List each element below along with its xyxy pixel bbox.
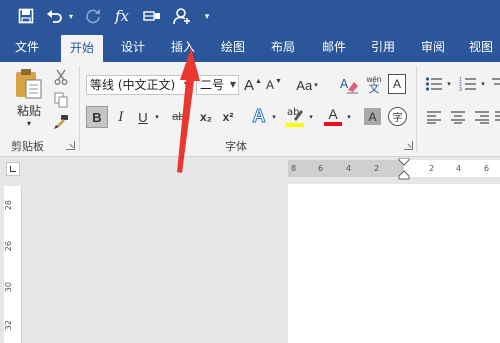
character-border-button[interactable]: A: [388, 74, 406, 94]
tab-mailings[interactable]: 邮件: [313, 32, 355, 62]
multilevel-list-icon[interactable]: [490, 74, 500, 94]
tab-view[interactable]: 视图: [460, 32, 500, 62]
ruler-tick: 30: [4, 282, 13, 293]
ruler-tick: 4: [346, 164, 352, 173]
redo-icon[interactable]: [82, 0, 104, 32]
enclose-characters-button[interactable]: 字: [388, 107, 407, 126]
copy-icon[interactable]: [52, 91, 70, 109]
font-color-swatch: [324, 122, 342, 126]
ruler-tick: 6: [484, 164, 490, 173]
character-shading-button[interactable]: A: [364, 108, 381, 125]
justify-icon[interactable]: [494, 107, 500, 127]
bold-button[interactable]: B: [86, 106, 108, 128]
font-color-dropdown-icon[interactable]: ▾: [344, 106, 354, 128]
tab-stop-selector[interactable]: [6, 162, 20, 176]
svg-text:3: 3: [459, 87, 462, 92]
ruler-tick: 4: [456, 164, 462, 173]
customize-quick-access-icon[interactable]: ▾: [200, 0, 214, 32]
ribbon-home: 粘贴 ▾ 剪贴板 等线 (中文正文) ▼ 二号 ▼ A▲ A▼ Aa▾ A wé…: [0, 62, 500, 157]
save-icon[interactable]: [14, 0, 38, 32]
bullets-icon[interactable]: [424, 74, 444, 94]
font-group-label: 字体: [225, 140, 247, 153]
phonetic-guide-button[interactable]: wén 文: [363, 72, 385, 98]
bullets-dropdown-icon[interactable]: ▾: [444, 74, 454, 94]
table-insert-icon[interactable]: [140, 0, 164, 32]
formula-icon[interactable]: fx: [110, 0, 134, 32]
ruler-tick: 6: [318, 164, 324, 173]
clipboard-group-label: 剪贴板: [11, 140, 44, 153]
paste-button[interactable]: 粘贴: [9, 102, 49, 118]
paste-dropdown-icon[interactable]: ▾: [22, 118, 36, 128]
highlight-icon[interactable]: ab: [284, 104, 306, 128]
format-painter-icon[interactable]: [52, 113, 70, 131]
numbering-dropdown-icon[interactable]: ▾: [478, 74, 488, 94]
italic-button[interactable]: I: [111, 106, 131, 128]
tab-file[interactable]: 文件: [6, 32, 48, 62]
tab-layout[interactable]: 布局: [262, 32, 304, 62]
text-effects-dropdown-icon[interactable]: ▾: [269, 106, 279, 128]
underline-button[interactable]: U: [134, 106, 152, 128]
tab-review[interactable]: 审阅: [412, 32, 454, 62]
cut-icon[interactable]: [52, 68, 70, 86]
indent-marker-icon[interactable]: [398, 157, 410, 180]
align-left-icon[interactable]: [424, 107, 444, 127]
ruler-tick: 8: [291, 164, 297, 173]
superscript-button[interactable]: x²: [218, 106, 238, 128]
add-person-icon[interactable]: [170, 0, 194, 32]
text-effects-button[interactable]: A: [249, 104, 269, 128]
ruler-tick: 2: [374, 164, 380, 173]
clipboard-launcher-icon[interactable]: [66, 141, 75, 150]
change-case-icon: Aa: [296, 77, 313, 93]
font-size-dropdown-icon[interactable]: ▼: [230, 76, 236, 94]
ruler-tick: 2: [429, 164, 435, 173]
annotation-arrow-icon: [177, 48, 200, 173]
tab-design[interactable]: 设计: [112, 32, 154, 62]
group-divider: [416, 66, 417, 151]
shrink-font-button[interactable]: A ▼: [264, 74, 284, 96]
undo-dropdown-icon[interactable]: ▾: [66, 0, 76, 32]
undo-icon[interactable]: [44, 0, 66, 32]
phonetic-char: 文: [368, 82, 380, 95]
numbering-icon[interactable]: 123: [458, 74, 478, 94]
change-case-button[interactable]: Aa ▾: [294, 74, 320, 96]
ruler-tick: 28: [4, 200, 13, 211]
svg-text:A: A: [340, 77, 349, 91]
tab-references[interactable]: 引用: [362, 32, 404, 62]
grow-font-button[interactable]: A ▲: [243, 74, 263, 96]
group-divider: [79, 66, 80, 151]
ribbon-tab-bar: 文件 开始 设计 插入 绘图 布局 邮件 引用 审阅 视图: [0, 32, 500, 62]
font-launcher-icon[interactable]: [404, 141, 413, 150]
tab-home[interactable]: 开始: [61, 35, 103, 62]
font-color-button[interactable]: A: [322, 104, 344, 128]
ruler-tick: 26: [4, 241, 13, 252]
clear-formatting-icon[interactable]: A: [338, 74, 360, 96]
paste-icon[interactable]: [12, 66, 46, 100]
highlight-dropdown-icon[interactable]: ▾: [306, 106, 316, 128]
align-center-icon[interactable]: [448, 107, 468, 127]
font-color-icon: A: [328, 106, 338, 122]
align-right-icon[interactable]: [472, 107, 492, 127]
grow-font-icon: A: [244, 76, 255, 94]
shrink-font-icon: A: [266, 78, 275, 92]
ruler-tick: 32: [4, 320, 13, 331]
title-bar: ▾ fx ▾: [0, 0, 500, 32]
document-page[interactable]: [288, 184, 500, 343]
